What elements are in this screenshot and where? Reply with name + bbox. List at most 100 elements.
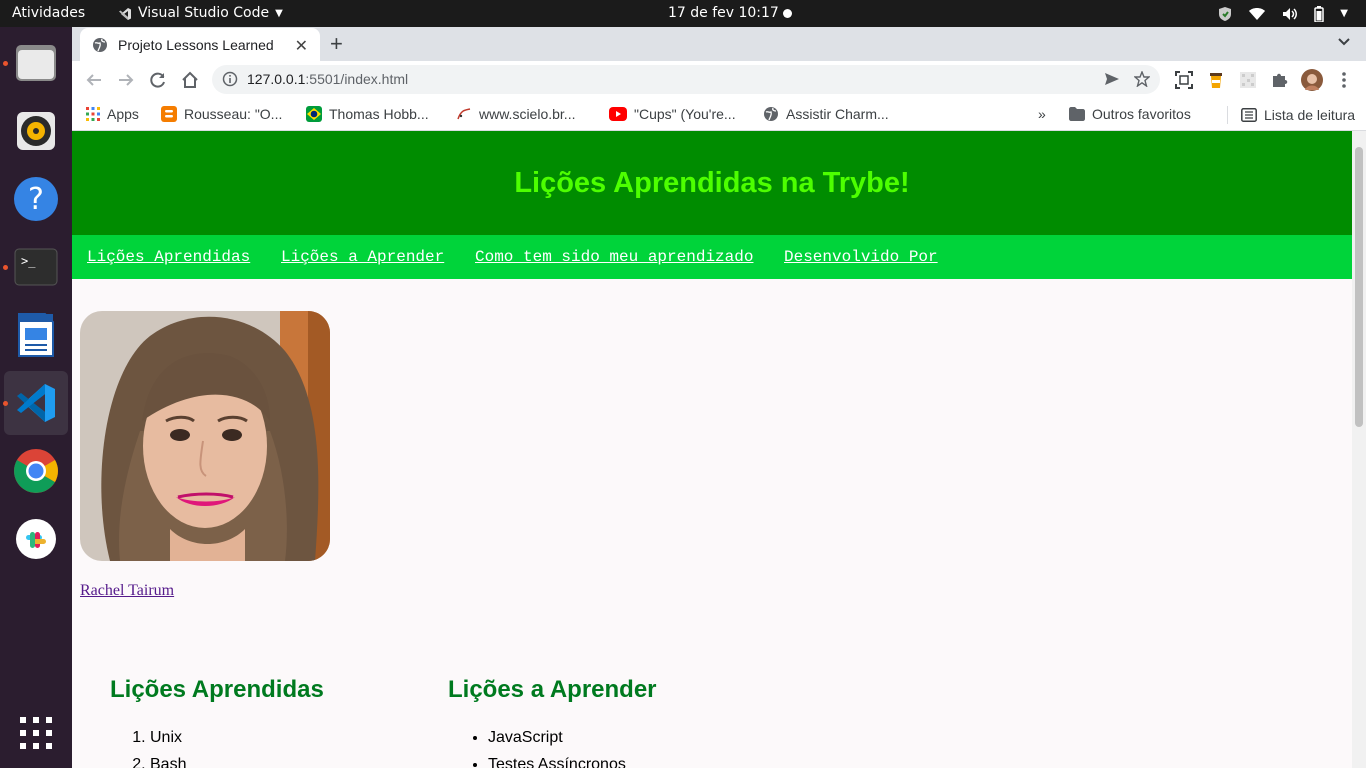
dock-files[interactable]	[4, 31, 68, 95]
nav-link-desenvolvido-por[interactable]: Desenvolvido Por	[784, 248, 938, 266]
dock-vscode[interactable]	[4, 371, 68, 435]
battery-icon[interactable]	[1314, 5, 1325, 22]
more-bookmarks-button[interactable]: »	[1038, 106, 1046, 122]
system-top-bar: Atividades Visual Studio Code ▼ 17 de fe…	[0, 0, 1366, 27]
system-tray[interactable]: ▼	[1218, 0, 1348, 27]
divider	[1227, 106, 1228, 124]
chevron-down-icon: ▼	[275, 8, 283, 19]
globe-icon	[764, 107, 778, 121]
dock-slack[interactable]	[4, 507, 68, 571]
running-indicator	[3, 61, 8, 66]
app-grid-icon	[20, 717, 52, 749]
arrow-right-icon	[119, 74, 134, 86]
info-icon[interactable]	[222, 71, 238, 87]
grid-icon	[1240, 72, 1256, 88]
chevron-down-icon[interactable]	[1336, 33, 1352, 54]
clock[interactable]: 17 de fev 10:17	[668, 0, 779, 27]
bookmark-charm[interactable]: Assistir Charm...	[763, 106, 889, 122]
nav-link-licoes-aprendidas[interactable]: Lições Aprendidas	[87, 248, 250, 266]
dock-rhythmbox[interactable]	[4, 99, 68, 163]
screenshot-extension[interactable]	[1172, 68, 1196, 92]
send-icon[interactable]	[1104, 71, 1120, 87]
url-text[interactable]: 127.0.0.1:5501/index.html	[247, 71, 408, 87]
back-button[interactable]	[82, 68, 106, 92]
puzzle-icon	[1273, 73, 1288, 87]
dock-writer[interactable]	[4, 303, 68, 367]
new-tab-button[interactable]: +	[330, 32, 343, 56]
menu-button[interactable]	[1332, 68, 1356, 92]
shield-icon[interactable]	[1218, 6, 1232, 22]
dock-help[interactable]: ?	[4, 167, 68, 231]
svg-text:>_: >_	[21, 254, 36, 268]
site-header: Lições Aprendidas na Trybe!	[72, 131, 1352, 235]
to-learn-list: JavaScript Testes Assíncronos	[488, 728, 626, 768]
app-name: Visual Studio Code	[138, 5, 270, 21]
nav-link-aprendizado[interactable]: Como tem sido meu aprendizado	[475, 248, 753, 266]
blogger-icon	[161, 106, 177, 122]
close-icon[interactable]: ✕	[295, 36, 308, 56]
site-nav: Lições Aprendidas Lições a Aprender Como…	[72, 235, 1352, 279]
section-title-learned: Lições Aprendidas	[110, 676, 324, 703]
slack-icon	[16, 519, 56, 559]
apps-grid-icon	[86, 107, 100, 121]
kebab-menu-icon	[1342, 72, 1346, 88]
folder-icon	[1069, 107, 1085, 121]
rhythmbox-icon	[17, 112, 55, 150]
bookmark-apps[interactable]: Apps	[86, 106, 139, 122]
page-scrollbar[interactable]	[1352, 131, 1366, 768]
bookmarks-bar: Apps Rousseau: "O... Thomas Hobb... www.…	[72, 98, 1366, 131]
bookmark-cups[interactable]: "Cups" (You're...	[609, 106, 736, 122]
bookmark-label: Lista de leitura	[1264, 107, 1356, 123]
reload-button[interactable]	[146, 68, 170, 92]
star-icon[interactable]	[1134, 71, 1150, 87]
dock-show-apps[interactable]	[4, 701, 68, 765]
dock: ? >_	[0, 27, 72, 768]
dock-terminal[interactable]: >_	[4, 235, 68, 299]
scrollbar-thumb[interactable]	[1355, 147, 1363, 427]
vscode-small-icon	[119, 7, 131, 20]
grid-extension[interactable]	[1236, 68, 1260, 92]
url-host: 127.0.0.1	[247, 71, 306, 87]
bookmark-hobbes[interactable]: Thomas Hobb...	[306, 106, 429, 122]
scielo-icon	[457, 108, 471, 120]
bookmark-rousseau[interactable]: Rousseau: "O...	[161, 106, 282, 122]
notification-dot	[783, 9, 792, 18]
help-icon: ?	[14, 177, 58, 221]
bookmark-label: Rousseau: "O...	[184, 106, 283, 122]
writer-icon	[18, 313, 54, 357]
volume-icon[interactable]	[1282, 7, 1298, 21]
avatar	[1301, 69, 1323, 91]
extensions-button[interactable]	[1268, 68, 1292, 92]
coffee-cup-icon	[1210, 73, 1222, 88]
brazil-flag-icon	[306, 106, 322, 122]
profile-button[interactable]	[1300, 68, 1324, 92]
home-icon	[182, 71, 198, 88]
chevron-down-icon[interactable]: ▼	[1340, 0, 1348, 27]
wifi-icon[interactable]	[1248, 7, 1266, 21]
terminal-icon: >_	[14, 248, 58, 286]
browser-toolbar: 127.0.0.1:5501/index.html	[72, 61, 1366, 98]
nav-link-licoes-a-aprender[interactable]: Lições a Aprender	[281, 248, 444, 266]
youtube-icon	[609, 107, 627, 121]
page-title: Lições Aprendidas na Trybe!	[514, 166, 910, 199]
bookmark-label: Apps	[107, 106, 139, 122]
list-item: Bash	[150, 755, 186, 768]
author-link[interactable]: Rachel Tairum	[80, 582, 174, 600]
author-photo	[80, 311, 330, 561]
reading-list-icon	[1241, 108, 1257, 122]
coffee-extension[interactable]	[1204, 68, 1228, 92]
browser-tab[interactable]: Projeto Lessons Learned ✕	[80, 28, 320, 61]
address-bar[interactable]: 127.0.0.1:5501/index.html	[212, 65, 1160, 94]
vscode-icon	[17, 384, 55, 422]
bookmark-other-favorites[interactable]: Outros favoritos	[1069, 106, 1191, 122]
home-button[interactable]	[178, 68, 202, 92]
activities-button[interactable]: Atividades	[12, 0, 85, 27]
forward-button[interactable]	[114, 68, 138, 92]
capture-icon	[1175, 71, 1193, 89]
dock-chrome[interactable]	[4, 439, 68, 503]
reload-icon	[150, 72, 165, 88]
bookmark-scielo[interactable]: www.scielo.br...	[456, 106, 575, 122]
bookmark-label: "Cups" (You're...	[634, 106, 736, 122]
reading-list-button[interactable]: Lista de leitura	[1227, 106, 1355, 124]
app-menu[interactable]: Visual Studio Code ▼	[118, 0, 283, 27]
